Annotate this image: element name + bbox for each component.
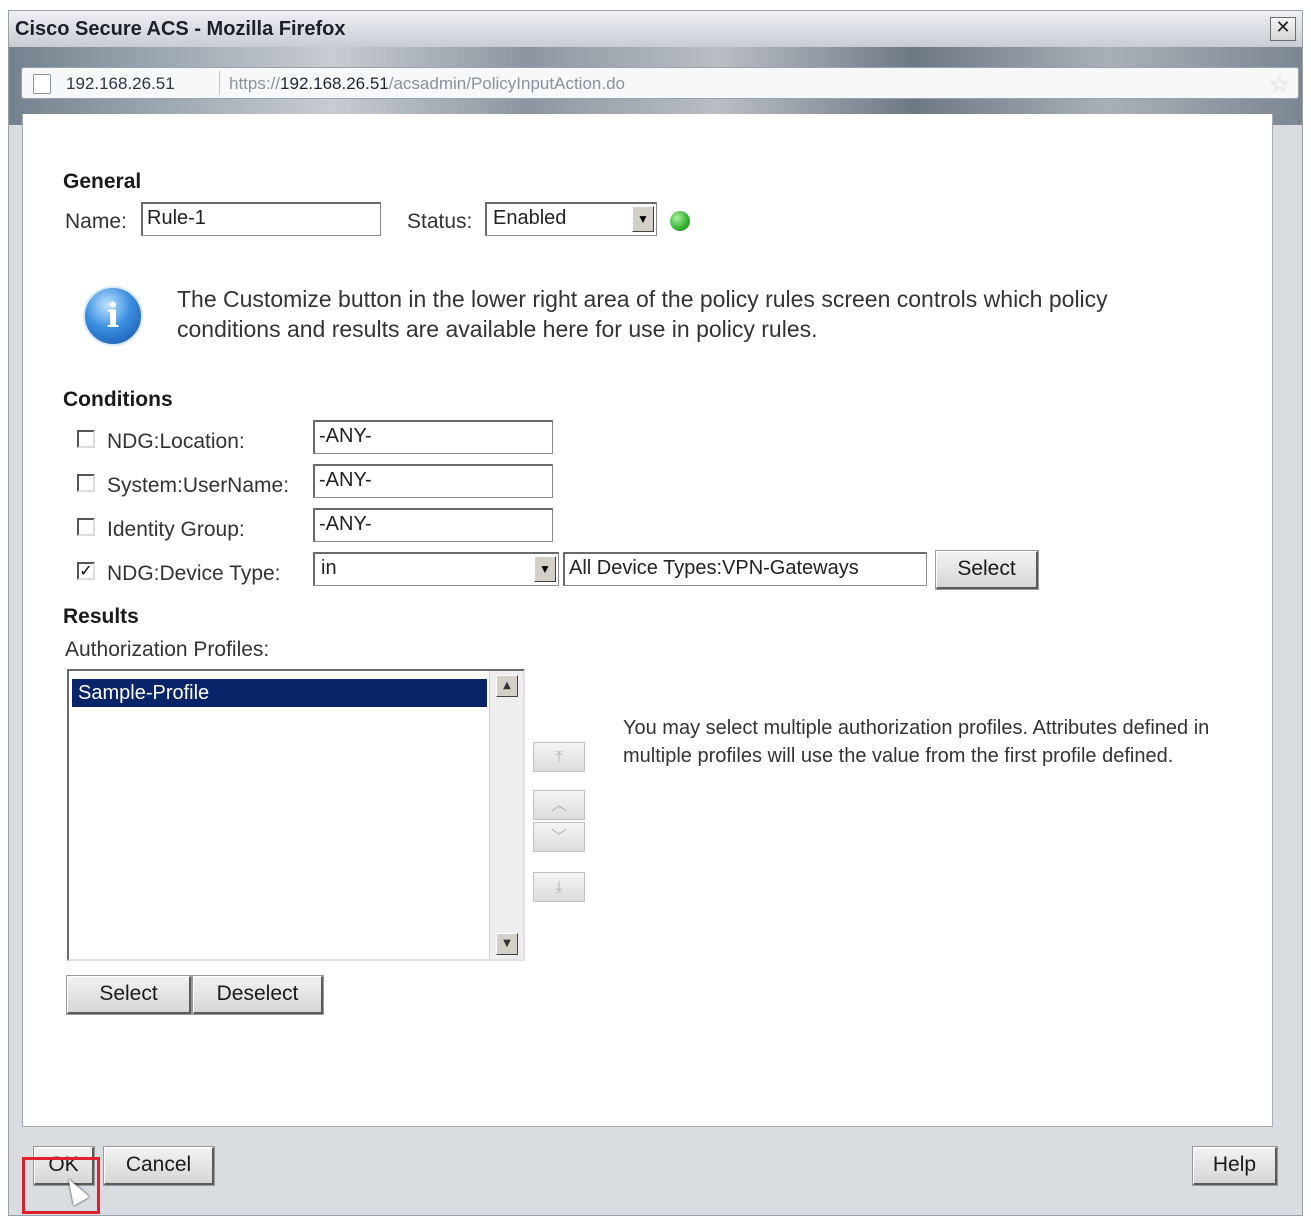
window-titlebar[interactable]: Cisco Secure ACS - Mozilla Firefox ✕ <box>9 11 1302 47</box>
results-heading: Results <box>63 605 139 628</box>
device-type-value-input[interactable]: All Device Types:VPN-Gateways <box>563 552 927 586</box>
identity-group-label: Identity Group: <box>107 518 245 541</box>
url-field[interactable]: https://192.168.26.51/acsadmin/PolicyInp… <box>229 74 625 94</box>
device-type-operator-select[interactable]: in ▼ <box>313 552 559 586</box>
move-down-icon[interactable]: ﹀ <box>533 822 585 852</box>
scroll-down-icon[interactable]: ▼ <box>496 933 518 955</box>
system-username-checkbox[interactable] <box>77 474 95 492</box>
info-icon: i <box>83 286 143 346</box>
url-divider <box>219 71 220 95</box>
chevron-down-icon[interactable]: ▼ <box>534 556 556 582</box>
move-to-top-icon[interactable]: ⤒ <box>533 742 585 772</box>
authorization-profiles-label: Authorization Profiles: <box>65 638 270 661</box>
multiple-profiles-note: You may select multiple authorization pr… <box>623 717 1210 767</box>
site-identity-label[interactable]: 192.168.26.51 <box>66 74 175 94</box>
scroll-up-icon[interactable]: ▲ <box>496 675 518 697</box>
move-up-icon[interactable]: ︿ <box>533 790 585 820</box>
ndg-location-label: NDG:Location: <box>107 430 245 453</box>
close-icon[interactable]: ✕ <box>1270 17 1296 41</box>
ok-highlight-box <box>22 1157 100 1214</box>
ndg-location-input[interactable]: -ANY- <box>313 420 553 454</box>
ndg-device-type-label: NDG:Device Type: <box>107 562 281 585</box>
list-item[interactable]: Sample-Profile <box>72 679 487 707</box>
device-type-operator-value: in <box>321 557 337 579</box>
identity-group-input[interactable]: -ANY- <box>313 508 553 542</box>
conditions-heading: Conditions <box>63 388 173 411</box>
system-username-label: System:UserName: <box>107 474 290 497</box>
name-label: Name: <box>65 210 127 233</box>
status-indicator-icon <box>670 211 690 231</box>
status-select-value: Enabled <box>493 207 567 229</box>
system-username-input[interactable]: -ANY- <box>313 464 553 498</box>
policy-rule-form: General Name: Rule-1 Status: Enabled ▼ i… <box>22 114 1273 1127</box>
url-host: 192.168.26.51 <box>280 74 389 93</box>
url-scheme: https:// <box>229 74 281 93</box>
customize-info-text: The Customize button in the lower right … <box>177 286 1108 342</box>
address-bar[interactable]: 192.168.26.51 https://192.168.26.51/acsa… <box>21 67 1299 99</box>
device-type-select-button[interactable]: Select <box>935 550 1039 590</box>
chevron-down-icon[interactable]: ▼ <box>632 206 654 232</box>
profiles-select-button[interactable]: Select <box>66 975 192 1015</box>
ndg-location-checkbox[interactable] <box>77 430 95 448</box>
page-icon <box>33 74 51 94</box>
url-path: /acsadmin/PolicyInputAction.do <box>388 74 625 93</box>
cancel-button[interactable]: Cancel <box>103 1146 215 1186</box>
name-input[interactable]: Rule-1 <box>141 202 381 236</box>
identity-group-checkbox[interactable] <box>77 518 95 536</box>
status-label: Status: <box>407 210 473 233</box>
general-heading: General <box>63 170 142 193</box>
authorization-profiles-list[interactable]: Sample-Profile ▲ ▼ <box>67 669 525 961</box>
profiles-deselect-button[interactable]: Deselect <box>192 975 324 1015</box>
help-button[interactable]: Help <box>1192 1146 1278 1186</box>
list-scrollbar[interactable]: ▲ ▼ <box>489 671 523 959</box>
move-to-bottom-icon[interactable]: ⤓ <box>533 872 585 902</box>
status-select[interactable]: Enabled ▼ <box>485 202 657 236</box>
bookmark-star-icon[interactable]: ☆ <box>1268 70 1290 98</box>
window-title: Cisco Secure ACS - Mozilla Firefox <box>15 18 346 40</box>
ndg-device-type-checkbox[interactable]: ✓ <box>77 562 95 580</box>
